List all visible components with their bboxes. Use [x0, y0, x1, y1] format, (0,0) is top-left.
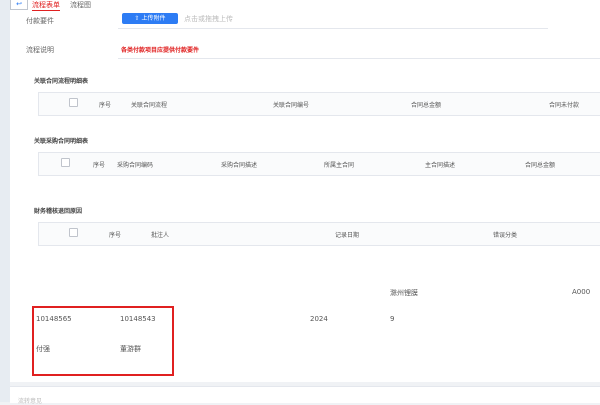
col-header: 错误分类 — [493, 232, 518, 239]
divider — [118, 28, 548, 29]
col-header: 合同总金额 — [411, 102, 442, 109]
upload-icon: ⇧ — [134, 15, 140, 22]
select-all-checkbox[interactable] — [61, 158, 70, 167]
finance-table-header: 序号 批注人 记录日期 错误分类 — [38, 222, 600, 246]
contract-table-title: 关联合同流程明细表 — [34, 78, 89, 85]
tab-form[interactable]: 流程表单 — [32, 1, 60, 11]
left-strip — [0, 0, 10, 402]
number-text: 9 — [390, 315, 395, 323]
col-header: 所属主合同 — [324, 162, 355, 169]
highlight-box — [32, 306, 174, 376]
select-all-checkbox[interactable] — [69, 98, 78, 107]
purchase-table-title: 关联采购合同明细表 — [34, 138, 89, 145]
divider — [118, 58, 600, 59]
col-header: 主合同描述 — [425, 162, 456, 169]
desc-note: 各类付款项目应提供付款要件 — [121, 47, 200, 54]
footer-label: 流转意见 — [18, 398, 43, 405]
attachment-label: 付款要件 — [26, 17, 54, 25]
form-panel: 付款要件 ⇧ 上传附件 点击或拖拽上传 流程说明 各类付款项目应提供付款要件 关… — [10, 12, 600, 382]
select-all-checkbox[interactable] — [69, 228, 78, 237]
col-header: 序号 — [99, 102, 112, 109]
year-text: 2024 — [310, 315, 328, 323]
col-header: 合同未付款 — [549, 102, 580, 109]
code-text: A000 — [572, 288, 591, 296]
upload-hint: 点击或拖拽上传 — [184, 15, 233, 23]
footer-bar: 流转意见 — [10, 386, 600, 405]
col-header: 记录日期 — [335, 232, 360, 239]
col-header: 序号 — [93, 162, 106, 169]
upload-button[interactable]: ⇧ 上传附件 — [122, 13, 178, 24]
finance-table-title: 财务稽核退回原因 — [34, 208, 83, 215]
upload-button-label: 上传附件 — [141, 15, 166, 22]
purchase-table-header: 序号 采购合同编码 采购合同描述 所属主合同 主合同描述 合同总金额 — [38, 152, 600, 176]
col-header: 关联合同编号 — [273, 102, 310, 109]
col-header: 合同总金额 — [525, 162, 556, 169]
contract-table-header: 序号 关联合同流程 关联合同编号 合同总金额 合同未付款 — [38, 92, 600, 116]
col-header: 批注人 — [151, 232, 170, 239]
col-header: 关联合同流程 — [131, 102, 168, 109]
back-arrow-icon[interactable]: ↩ — [10, 0, 28, 10]
col-header: 采购合同描述 — [221, 162, 258, 169]
location-text: 滁州锂膜 — [390, 289, 418, 297]
col-header: 序号 — [109, 232, 122, 239]
tab-flowchart[interactable]: 流程图 — [70, 1, 91, 10]
col-header: 采购合同编码 — [117, 162, 154, 169]
desc-label: 流程说明 — [26, 46, 54, 54]
